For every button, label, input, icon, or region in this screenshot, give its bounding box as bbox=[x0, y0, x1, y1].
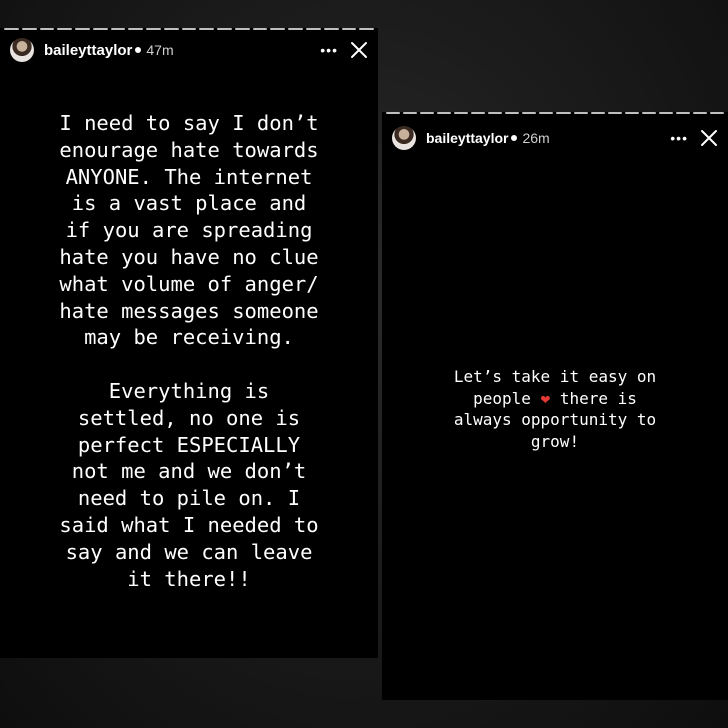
story-progress-bar bbox=[386, 112, 724, 114]
avatar[interactable] bbox=[392, 126, 416, 150]
avatar[interactable] bbox=[10, 38, 34, 62]
story-header: baileyttaylor 26m ••• bbox=[382, 126, 728, 150]
heart-icon: ❤ bbox=[540, 388, 551, 408]
username[interactable]: baileyttaylor bbox=[426, 130, 508, 146]
timestamp: 26m bbox=[522, 130, 550, 146]
story-text: I need to say I don’t enourage hate towa… bbox=[59, 111, 319, 591]
story-header: baileyttaylor 47m ••• bbox=[0, 38, 378, 62]
status-dot-icon bbox=[135, 47, 142, 53]
timestamp: 47m bbox=[146, 42, 174, 58]
close-icon[interactable] bbox=[350, 41, 368, 59]
story-text: Let’s take it easy on people ❤ there is … bbox=[382, 366, 728, 452]
more-options-icon[interactable]: ••• bbox=[670, 131, 688, 145]
close-icon[interactable] bbox=[700, 129, 718, 147]
username[interactable]: baileyttaylor bbox=[44, 42, 132, 59]
story-panel-right: baileyttaylor 26m ••• Let’s take it easy… bbox=[382, 112, 728, 700]
story-progress-bar bbox=[4, 28, 375, 30]
status-dot-icon bbox=[511, 135, 518, 141]
story-panel-left: baileyttaylor 47m ••• I need to say I do… bbox=[0, 28, 378, 658]
more-options-icon[interactable]: ••• bbox=[320, 43, 338, 57]
